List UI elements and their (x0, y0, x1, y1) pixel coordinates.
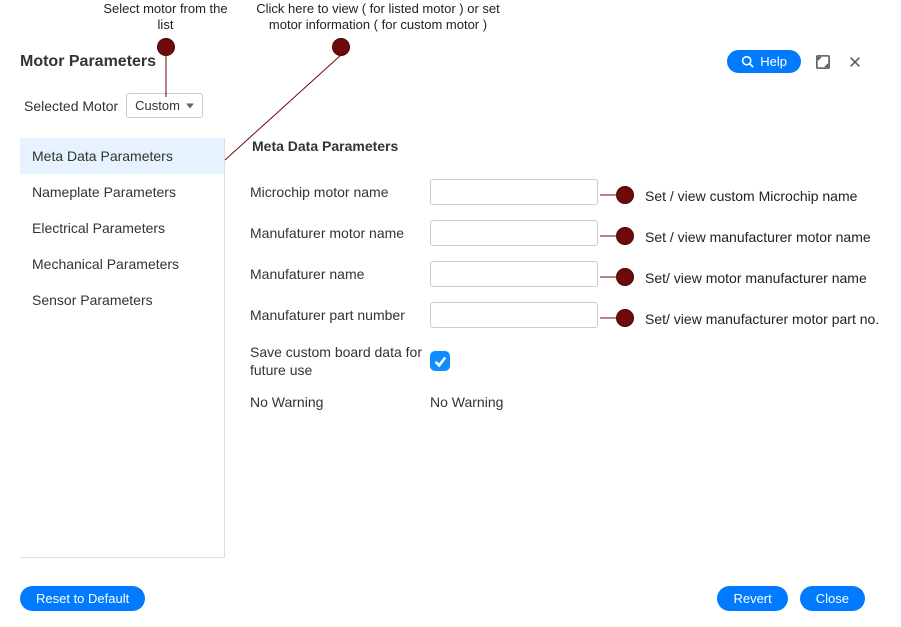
label-save-custom: Save custom board data for future use (250, 343, 430, 379)
annotation-right-3: Set/ view motor manufacturer name (645, 270, 867, 286)
callout-marker (332, 38, 350, 56)
annotation-select-motor: Select motor from the list (98, 1, 233, 32)
expand-button[interactable] (813, 52, 833, 72)
sidebar-item-sensor[interactable]: Sensor Parameters (20, 282, 224, 318)
label-mfr-part: Manufaturer part number (250, 307, 430, 323)
sidebar-item-mechanical[interactable]: Mechanical Parameters (20, 246, 224, 282)
sidebar: Meta Data Parameters Nameplate Parameter… (20, 138, 225, 558)
dialog-title: Motor Parameters (20, 53, 156, 71)
row-no-warning: No Warning No Warning (250, 394, 865, 410)
close-icon (848, 55, 862, 69)
sidebar-item-label: Mechanical Parameters (32, 256, 179, 272)
no-warning-right: No Warning (430, 394, 503, 410)
label-mfr-motor-name: Manufaturer motor name (250, 225, 430, 241)
sidebar-item-label: Electrical Parameters (32, 220, 165, 236)
search-icon (741, 55, 754, 68)
help-button[interactable]: Help (727, 50, 801, 73)
sidebar-item-nameplate[interactable]: Nameplate Parameters (20, 174, 224, 210)
sidebar-item-label: Meta Data Parameters (32, 148, 173, 164)
close-button[interactable]: Close (800, 586, 865, 611)
sidebar-item-label: Nameplate Parameters (32, 184, 176, 200)
check-icon (433, 354, 447, 368)
input-microchip-name[interactable] (430, 179, 598, 205)
input-mfr-name[interactable] (430, 261, 598, 287)
callout-marker (616, 186, 634, 204)
callout-marker (157, 38, 175, 56)
annotation-click-sidebar: Click here to view ( for listed motor ) … (238, 1, 518, 32)
motor-parameters-dialog: Motor Parameters Help Selected Motor Cus… (20, 50, 865, 611)
selected-motor-label: Selected Motor (24, 98, 118, 114)
row-save-custom: Save custom board data for future use (250, 343, 865, 379)
help-label: Help (760, 54, 787, 69)
close-dialog-button[interactable] (845, 52, 865, 72)
callout-marker (616, 268, 634, 286)
dialog-footer: Reset to Default Revert Close (20, 586, 865, 611)
sidebar-item-electrical[interactable]: Electrical Parameters (20, 210, 224, 246)
annotation-header: Select motor from the list Click here to… (0, 0, 901, 50)
input-mfr-motor-name[interactable] (430, 220, 598, 246)
sidebar-item-label: Sensor Parameters (32, 292, 153, 308)
annotation-right-1: Set / view custom Microchip name (645, 188, 857, 204)
header-actions: Help (727, 50, 865, 73)
revert-button[interactable]: Revert (717, 586, 787, 611)
dialog-header: Motor Parameters Help (20, 50, 865, 73)
selected-motor-value: Custom (135, 98, 180, 113)
sidebar-item-meta-data[interactable]: Meta Data Parameters (20, 138, 224, 174)
expand-icon (816, 55, 830, 69)
input-mfr-part[interactable] (430, 302, 598, 328)
reset-button[interactable]: Reset to Default (20, 586, 145, 611)
callout-marker (616, 227, 634, 245)
annotation-right-4: Set/ view manufacturer motor part no. (645, 311, 879, 327)
label-microchip-name: Microchip motor name (250, 184, 430, 200)
selected-motor-row: Selected Motor Custom (24, 93, 865, 118)
checkbox-save-custom[interactable] (430, 351, 450, 371)
annotation-right-2: Set / view manufacturer motor name (645, 229, 871, 245)
callout-marker (616, 309, 634, 327)
no-warning-left: No Warning (250, 394, 430, 410)
footer-right: Revert Close (717, 586, 865, 611)
label-mfr-name: Manufaturer name (250, 266, 430, 282)
content-heading: Meta Data Parameters (252, 138, 865, 154)
selected-motor-dropdown[interactable]: Custom (126, 93, 203, 118)
